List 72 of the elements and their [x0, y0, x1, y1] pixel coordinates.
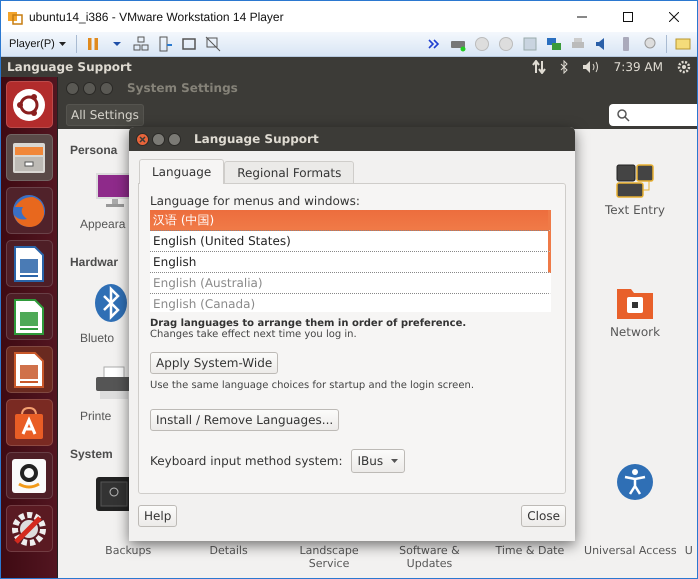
fullscreen-icon[interactable]: [180, 36, 197, 52]
power-gear-icon[interactable]: [677, 60, 691, 74]
launcher-button[interactable]: [6, 399, 52, 446]
close-icon: [139, 136, 146, 142]
globe-icon: [11, 192, 47, 228]
close-button[interactable]: Close: [521, 505, 566, 527]
launcher-button[interactable]: [6, 240, 52, 287]
network-arrows-icon[interactable]: [532, 60, 546, 74]
launcher-button[interactable]: [6, 81, 52, 128]
settings-item-label[interactable]: Software & Updates: [381, 544, 478, 578]
apply-system-wide-button[interactable]: Apply System-Wide: [150, 352, 278, 374]
network-icon[interactable]: [132, 36, 149, 52]
tab[interactable]: Regional Formats: [224, 161, 354, 184]
list-label: Language for menus and windows:: [150, 194, 361, 208]
settings-item-label[interactable]: Details: [180, 544, 277, 578]
presentation-icon: [13, 350, 45, 388]
player-menu[interactable]: Player(P): [7, 38, 68, 50]
settings-item-label[interactable]: Blueto: [80, 331, 114, 345]
launcher-button[interactable]: [6, 346, 52, 393]
search-field[interactable]: [609, 104, 697, 126]
settings-item-label[interactable]: Text Entry: [604, 203, 665, 217]
minimize-button[interactable]: [152, 132, 165, 146]
drag-hint: Drag languages to arrange them in order of preference.: [150, 318, 468, 329]
document-icon: [13, 244, 45, 282]
help-button[interactable]: Help: [138, 505, 178, 527]
changes-note: Changes take effect next time you log in.: [150, 329, 358, 340]
launcher-button[interactable]: [6, 505, 52, 552]
settings-item-label[interactable]: Time & Date: [482, 544, 578, 578]
launcher-button[interactable]: [6, 134, 52, 181]
all-settings-button[interactable]: All Settings: [66, 104, 144, 126]
settings-item-label[interactable]: Backups: [80, 544, 176, 578]
circle-logo-icon: [12, 88, 46, 122]
install-languages-button[interactable]: Install / Remove Languages...: [150, 409, 340, 431]
settings-item-label[interactable]: Universal Access: [582, 544, 678, 578]
settings-item-label[interactable]: Printe: [80, 409, 112, 423]
caret-icon: [58, 42, 66, 46]
close-button[interactable]: [136, 132, 149, 146]
smile-logo-icon: [11, 458, 47, 494]
device-icon[interactable]: [156, 36, 173, 52]
settings-item-label[interactable]: Network: [610, 325, 660, 339]
launcher-button[interactable]: [6, 293, 52, 340]
apply-note: Use the same language choices for startup and the login screen.: [150, 380, 475, 391]
active-window-title: Language Support: [7, 60, 133, 74]
close-icon: [669, 12, 679, 22]
section-heading: Hardwar: [70, 255, 118, 269]
drawer-icon: [11, 140, 47, 174]
input-method-dropdown[interactable]: IBus: [350, 449, 406, 473]
settings-item-label[interactable]: Landscape Service: [281, 544, 378, 578]
dialog-title: Language Support: [194, 132, 319, 146]
keys-icon: [615, 163, 655, 199]
input-method-label: Keyboard input method system:: [150, 454, 342, 468]
clock[interactable]: 7:39 AM: [614, 60, 663, 74]
window-title: System Settings: [127, 81, 238, 95]
volume-icon[interactable]: [582, 60, 600, 74]
language-list[interactable]: 汉语 (中国) English (United States) English English (Australia) English (Canada): [150, 210, 551, 312]
bluetooth-icon: [94, 283, 128, 323]
settings-item-label[interactable]: U: [682, 544, 695, 578]
accessibility-icon: [616, 463, 654, 501]
tab[interactable]: Language: [139, 159, 224, 184]
language-row[interactable]: English: [150, 252, 551, 273]
language-row[interactable]: English (United States): [150, 231, 551, 252]
launcher-button[interactable]: [6, 452, 52, 499]
settings-item-label[interactable]: Appeara: [80, 217, 126, 231]
gear-icon: [10, 510, 48, 548]
search-icon: [617, 108, 630, 122]
maximize-icon: [623, 12, 633, 22]
section-heading: System: [70, 447, 113, 461]
section-heading: Persona: [70, 143, 118, 157]
caret-icon: [391, 459, 398, 463]
spreadsheet-icon: [13, 298, 45, 336]
window-title: ubuntu14_i386 - VMware Workstation 14 Player: [29, 10, 285, 24]
bluetooth-icon[interactable]: [560, 60, 568, 74]
